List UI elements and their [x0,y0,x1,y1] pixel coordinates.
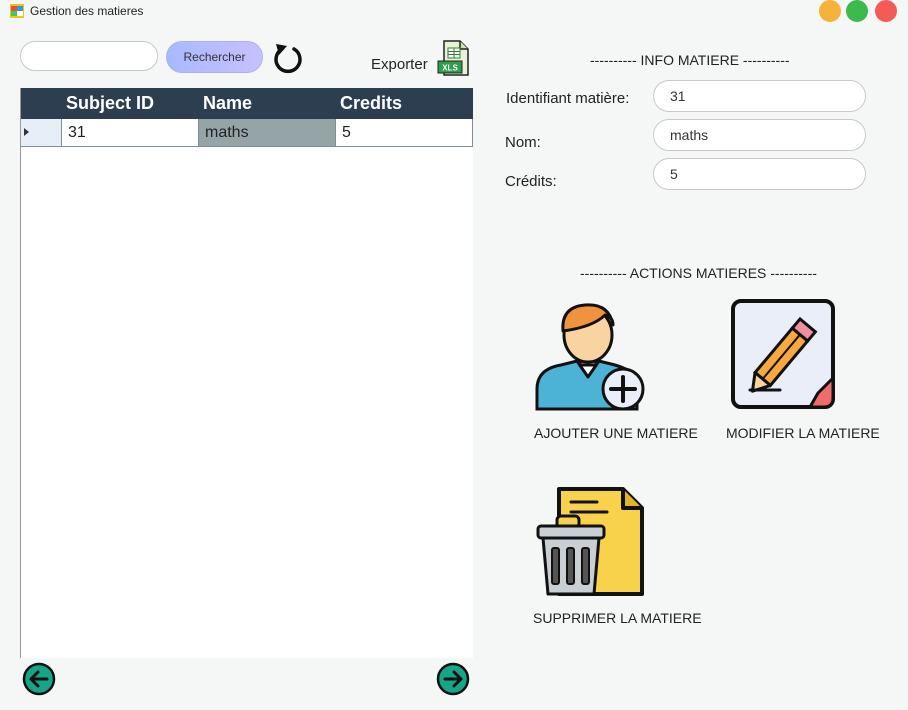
credits-label: Crédits: [505,173,557,190]
window-title: Gestion des matieres [30,4,144,18]
grid-header: Subject ID Name Credits [21,88,473,119]
credits-value: 5 [670,166,678,182]
edit-pencil-icon[interactable] [730,298,836,410]
column-header-credits[interactable]: Credits [336,88,473,119]
name-field[interactable]: maths [653,119,866,151]
info-section-title: ---------- INFO MATIERE ---------- [590,52,790,68]
name-value: maths [670,127,709,143]
refresh-icon[interactable] [272,40,306,76]
maximize-button[interactable] [846,0,868,22]
cell-name[interactable]: maths [199,119,336,146]
search-button-label: Rechercher [183,50,246,64]
trash-document-icon[interactable] [535,486,645,598]
minimize-button[interactable] [819,0,841,22]
subjects-grid[interactable]: Subject ID Name Credits 31 maths 5 [20,88,473,658]
next-arrow-icon[interactable] [436,662,470,696]
row-header[interactable] [21,119,62,146]
row-header-corner [21,88,62,119]
search-input[interactable] [20,41,158,71]
add-user-icon[interactable] [533,297,647,413]
cell-subject-id[interactable]: 31 [62,119,199,146]
title-bar: Gestion des matieres [0,0,908,24]
current-row-arrow-icon [24,128,29,136]
delete-subject-label[interactable]: SUPPRIMER LA MATIERE [533,610,702,626]
subject-id-label: Identifiant matière: [506,90,630,107]
app-icon [10,4,24,18]
subject-id-field[interactable]: 31 [653,80,866,112]
cell-credits[interactable]: 5 [336,119,472,146]
edit-subject-label[interactable]: MODIFIER LA MATIERE [726,425,880,441]
add-subject-label[interactable]: AJOUTER UNE MATIERE [534,425,698,441]
credits-field[interactable]: 5 [653,158,866,190]
xls-badge: XLS [442,64,458,73]
table-row[interactable]: 31 maths 5 [21,119,473,147]
column-header-subject-id[interactable]: Subject ID [62,88,199,119]
search-button[interactable]: Rechercher [166,41,263,73]
excel-export-icon[interactable]: XLS [436,40,470,76]
close-button[interactable] [875,0,897,22]
actions-section-title: ---------- ACTIONS MATIERES ---------- [580,265,817,281]
column-header-name[interactable]: Name [199,88,336,119]
previous-arrow-icon[interactable] [22,662,56,696]
export-label[interactable]: Exporter [371,56,428,73]
subject-id-value: 31 [670,88,686,104]
name-label: Nom: [505,134,541,151]
